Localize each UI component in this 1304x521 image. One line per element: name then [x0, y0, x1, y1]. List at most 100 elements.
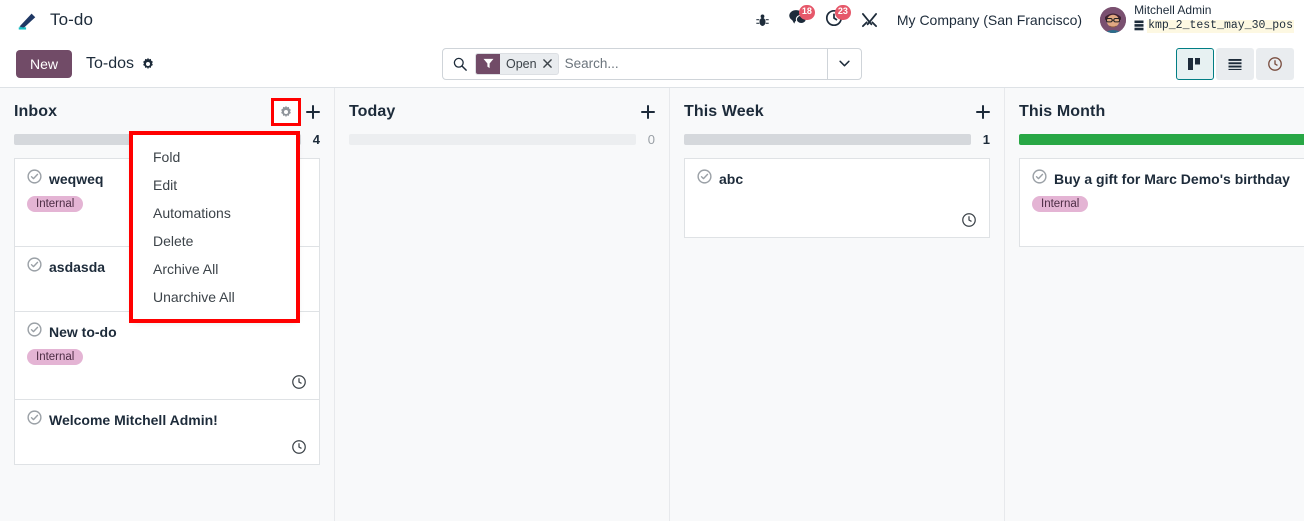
column-title: Today: [349, 103, 396, 120]
kanban-cards: abc: [684, 158, 990, 238]
column-header: Inbox: [14, 88, 320, 128]
database-row: kmp_2_test_may_30_pos: [1134, 18, 1294, 36]
column-title: Inbox: [14, 103, 58, 120]
top-navbar: To-do 18 23 My Company (San Francisco) M…: [0, 0, 1304, 40]
card-title: asdasda: [49, 259, 106, 275]
clock-icon[interactable]: [961, 212, 977, 228]
column-header: This Week: [684, 88, 990, 128]
database-icon: [1134, 18, 1144, 36]
card-title: weqweq: [49, 171, 104, 187]
column-title: This Week: [684, 103, 764, 120]
column-actions: [976, 105, 990, 119]
view-button-list[interactable]: [1216, 47, 1254, 80]
avatar: [1100, 7, 1127, 33]
card-footer: [697, 211, 977, 229]
check-circle-icon[interactable]: [27, 322, 42, 342]
clock-icon[interactable]: [291, 439, 307, 455]
clock-icon[interactable]: [291, 374, 307, 390]
user-name: Mitchell Admin: [1134, 3, 1212, 18]
pencil-icon: [16, 9, 38, 31]
card-title: abc: [719, 171, 744, 187]
column-progress-row: 0: [349, 128, 655, 150]
messages-badge: 18: [798, 5, 815, 20]
bug-icon[interactable]: [746, 0, 779, 40]
page-title: To-dos: [86, 54, 135, 72]
tools-icon[interactable]: [852, 0, 887, 40]
kanban-card[interactable]: Buy a gift for Marc Demo's birthday Inte…: [1019, 158, 1304, 247]
app-brand[interactable]: To-do: [16, 9, 93, 31]
column-count: 0: [647, 131, 655, 147]
column-count: 1: [982, 131, 990, 147]
check-circle-icon[interactable]: [27, 410, 42, 430]
search-facet-label: Open: [506, 56, 537, 71]
card-footer: [27, 438, 307, 456]
card-tag[interactable]: Internal: [27, 349, 84, 365]
kanban-card[interactable]: Welcome Mitchell Admin!: [14, 399, 320, 465]
column-header: This Month: [1019, 88, 1304, 128]
search-facet-open[interactable]: Open: [475, 52, 559, 75]
card-title-row: New to-do: [27, 322, 307, 342]
card-title: Buy a gift for Marc Demo's birthday: [1054, 171, 1290, 187]
activities-badge: 23: [834, 5, 851, 20]
control-panel: New To-dos Open: [0, 40, 1304, 88]
check-circle-icon[interactable]: [27, 257, 42, 277]
menu-item-automations[interactable]: Automations: [133, 199, 296, 227]
menu-item-edit[interactable]: Edit: [133, 171, 296, 199]
menu-item-unarchive-all[interactable]: Unarchive All: [133, 283, 296, 311]
card-tag[interactable]: Internal: [27, 196, 84, 212]
menu-item-archive-all[interactable]: Archive All: [133, 255, 296, 283]
column-add-plus-icon[interactable]: [306, 105, 320, 119]
column-count: 4: [312, 131, 320, 147]
chevron-down-icon[interactable]: [827, 48, 861, 79]
view-switcher: [1176, 47, 1294, 80]
column-settings-gear-icon[interactable]: [271, 98, 301, 126]
card-title-row: Buy a gift for Marc Demo's birthday: [1032, 169, 1304, 189]
card-footer: [27, 373, 307, 391]
user-info: Mitchell Admin kmp_2_test_may_30_pos: [1134, 3, 1294, 36]
kanban-column-today: Today 0: [335, 88, 670, 521]
filter-icon: [476, 53, 500, 74]
company-selector[interactable]: My Company (San Francisco): [887, 12, 1092, 28]
close-icon[interactable]: [542, 59, 558, 68]
card-title-row: abc: [697, 169, 977, 189]
card-title: Welcome Mitchell Admin!: [49, 412, 218, 428]
gear-icon[interactable]: [141, 57, 155, 71]
column-progress-bar[interactable]: [1019, 133, 1304, 145]
card-title-row: Welcome Mitchell Admin!: [27, 410, 307, 430]
kanban-column-this-week: This Week 1 abc: [670, 88, 1005, 521]
database-name: kmp_2_test_may_30_pos: [1147, 19, 1294, 34]
app-title: To-do: [50, 10, 94, 29]
column-title: This Month: [1019, 103, 1106, 120]
search-input[interactable]: [564, 48, 827, 79]
column-progress-bar[interactable]: [349, 133, 636, 145]
breadcrumb: To-dos: [86, 55, 155, 73]
menu-item-delete[interactable]: Delete: [133, 227, 296, 255]
column-progress-row: [1019, 128, 1304, 150]
column-header: Today: [349, 88, 655, 128]
user-menu[interactable]: Mitchell Admin kmp_2_test_may_30_pos: [1092, 3, 1294, 36]
column-progress-row: 1: [684, 128, 990, 150]
navbar-right: 18 23 My Company (San Francisco) Mitchel…: [746, 0, 1294, 40]
column-settings-dropdown: Fold Edit Automations Delete Archive All…: [129, 131, 300, 323]
column-add-plus-icon[interactable]: [641, 105, 655, 119]
column-actions: [641, 105, 655, 119]
new-button[interactable]: New: [16, 49, 73, 78]
card-tag[interactable]: Internal: [1032, 196, 1089, 212]
card-footer: [1032, 220, 1304, 238]
view-button-activity[interactable]: [1256, 47, 1294, 80]
check-circle-icon[interactable]: [27, 169, 42, 189]
kanban-cards: Buy a gift for Marc Demo's birthday Inte…: [1019, 158, 1304, 247]
kanban-column-this-month: This Month Buy a gift for Marc Demo's bi…: [1005, 88, 1304, 521]
messages-button[interactable]: 18: [779, 0, 816, 40]
view-button-kanban[interactable]: [1176, 47, 1214, 80]
kanban-card[interactable]: abc: [684, 158, 990, 238]
search-icon: [443, 57, 475, 71]
column-progress-bar[interactable]: [684, 133, 971, 145]
check-circle-icon[interactable]: [1032, 169, 1047, 189]
check-circle-icon[interactable]: [697, 169, 712, 189]
column-add-plus-icon[interactable]: [976, 105, 990, 119]
menu-item-fold[interactable]: Fold: [133, 143, 296, 171]
activities-button[interactable]: 23: [816, 0, 852, 40]
kanban-view: Inbox 4 weqweq Internal asdasda New to-d…: [0, 88, 1304, 521]
kanban-card[interactable]: New to-do Internal: [14, 311, 320, 399]
